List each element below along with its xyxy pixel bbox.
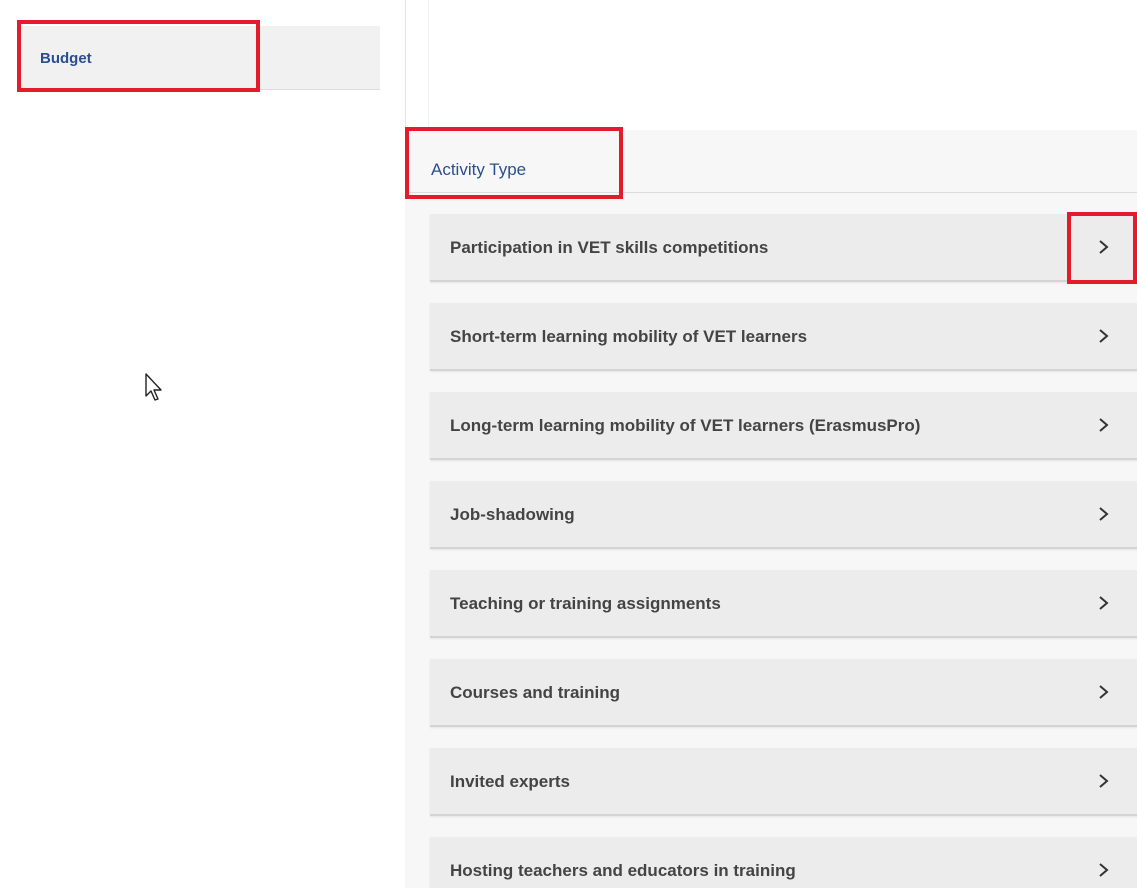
chevron-right-icon[interactable] <box>1094 592 1114 614</box>
activity-item-short-term-vet-learners[interactable]: Short-term learning mobility of VET lear… <box>430 303 1137 371</box>
activity-item-courses-training[interactable]: Courses and training <box>430 659 1137 727</box>
activity-label: Teaching or training assignments <box>450 594 721 613</box>
chevron-right-icon[interactable] <box>1094 859 1114 881</box>
chevron-right-icon[interactable] <box>1094 414 1114 436</box>
activity-item-hosting-teachers[interactable]: Hosting teachers and educators in traini… <box>430 837 1137 888</box>
activity-item-job-shadowing[interactable]: Job-shadowing <box>430 481 1137 549</box>
activity-label: Hosting teachers and educators in traini… <box>450 861 796 880</box>
activity-item-long-term-erasmuspro[interactable]: Long-term learning mobility of VET learn… <box>430 392 1137 460</box>
sidebar-item-budget[interactable]: Budget <box>20 26 380 90</box>
chevron-right-icon[interactable] <box>1094 503 1114 525</box>
activity-item-invited-experts[interactable]: Invited experts <box>430 748 1137 816</box>
activity-item-teaching-training-assignments[interactable]: Teaching or training assignments <box>430 570 1137 638</box>
activity-label: Courses and training <box>450 683 621 702</box>
activity-label: Job-shadowing <box>450 505 575 524</box>
activity-list: Participation in VET skills competitions… <box>405 193 1137 888</box>
activity-label: Short-term learning mobility of VET lear… <box>450 327 808 346</box>
activity-label: Long-term learning mobility of VET learn… <box>450 416 921 435</box>
sidebar-item-label: Budget <box>40 50 92 67</box>
activity-label: Invited experts <box>450 772 570 791</box>
chevron-right-icon[interactable] <box>1094 770 1114 792</box>
page: Budget Activity Type Participation in VE… <box>0 0 1137 888</box>
section-title: Activity Type <box>431 160 527 179</box>
chevron-right-icon[interactable] <box>1094 681 1114 703</box>
activity-item-vet-skills-competitions[interactable]: Participation in VET skills competitions <box>430 214 1137 282</box>
activity-type-header: Activity Type <box>405 130 1137 193</box>
chevron-right-icon[interactable] <box>1094 236 1114 258</box>
activity-label: Participation in VET skills competitions <box>450 238 769 257</box>
sidebar: Budget <box>0 0 406 888</box>
chevron-right-icon[interactable] <box>1094 325 1114 347</box>
mouse-cursor-icon <box>145 373 162 401</box>
